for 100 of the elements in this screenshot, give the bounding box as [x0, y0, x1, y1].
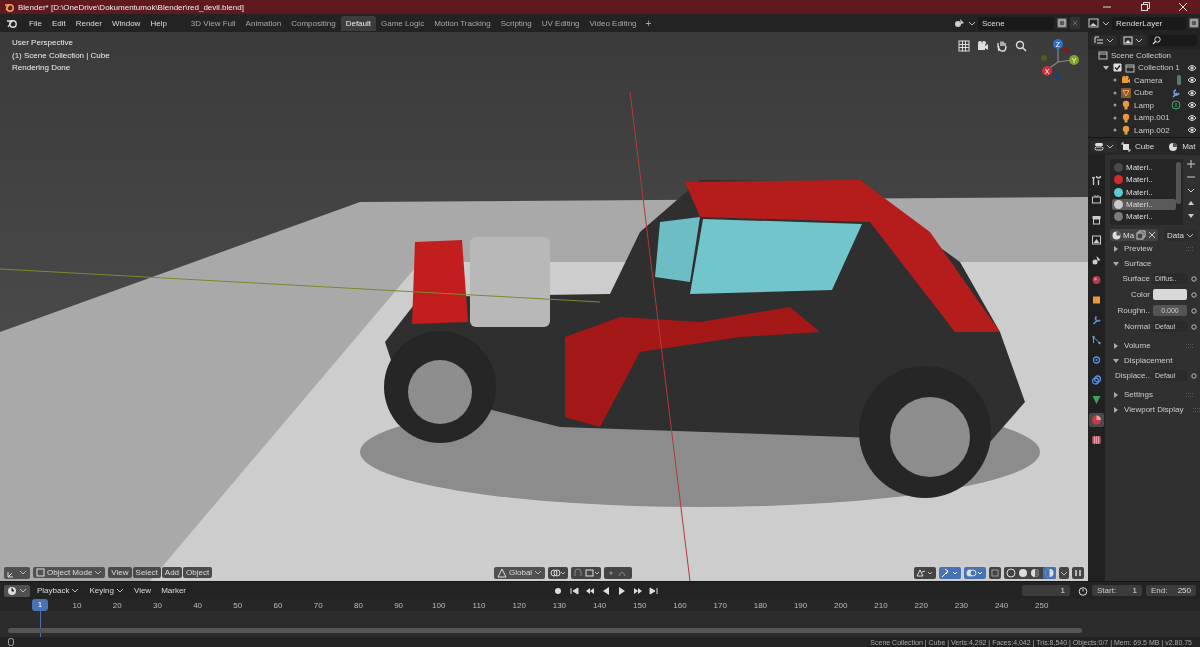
menu-item[interactable]: Render: [70, 18, 107, 28]
material-tab-icon[interactable]: [1089, 413, 1104, 427]
disclosure-triangle-icon[interactable]: [1113, 391, 1119, 398]
timeline-scrollbar[interactable]: [8, 628, 1082, 633]
view-layer-tab-icon[interactable]: [1089, 233, 1104, 247]
zoom-icon[interactable]: [1015, 40, 1027, 52]
eye-icon[interactable]: [1187, 101, 1197, 110]
record-icon[interactable]: [552, 585, 563, 596]
material-slot[interactable]: Materi..: [1112, 162, 1176, 173]
jump-start-icon[interactable]: [568, 585, 579, 596]
header-menu-item[interactable]: Object: [183, 567, 213, 578]
current-frame-marker[interactable]: 1: [32, 599, 48, 611]
panel-header[interactable]: Surface: [1124, 259, 1152, 268]
outliner-item[interactable]: Lamp: [1134, 100, 1154, 110]
add-icon[interactable]: [1186, 159, 1196, 169]
render-layer-field[interactable]: RenderLayer: [1112, 16, 1186, 30]
render-layer-icon[interactable]: [1088, 18, 1100, 28]
eye-icon[interactable]: [1187, 126, 1197, 135]
scene-field[interactable]: Scene: [978, 16, 1054, 30]
disclosure-triangle-icon[interactable]: [1113, 245, 1119, 252]
duplicate-icon[interactable]: [1136, 230, 1147, 240]
scrollbar[interactable]: [1176, 162, 1181, 204]
disclosure-triangle-icon[interactable]: [1113, 357, 1119, 364]
workspace-tab[interactable]: Video Editing: [584, 15, 642, 31]
workspace-tab[interactable]: Animation: [240, 15, 287, 31]
shading-caret-icon[interactable]: [1059, 566, 1069, 579]
header-menu-item[interactable]: Playback: [34, 585, 83, 596]
header-menu-item[interactable]: Add: [161, 567, 183, 578]
end-frame-value[interactable]: 250: [1177, 586, 1191, 595]
disclosure-triangle-icon[interactable]: [1113, 342, 1119, 349]
workspace-tab[interactable]: Compositing: [286, 15, 341, 31]
socket-icon[interactable]: [1191, 372, 1197, 379]
workspace-tab[interactable]: Default: [340, 15, 376, 31]
socket-icon[interactable]: [1191, 307, 1197, 314]
filter-dropdown[interactable]: [1120, 35, 1146, 46]
close-icon[interactable]: [1178, 2, 1188, 12]
add-workspace-button[interactable]: +: [641, 17, 656, 29]
hand-icon[interactable]: [996, 40, 1008, 52]
eye-icon[interactable]: [1187, 113, 1197, 122]
outliner-item[interactable]: Cube: [1134, 88, 1154, 98]
material-slot-list[interactable]: Materi.. Materi.. Materi.. Materi.. Materi..: [1110, 159, 1183, 225]
constraints-tab-icon[interactable]: [1089, 373, 1104, 387]
checkbox[interactable]: [1113, 63, 1122, 73]
material-slot[interactable]: Materi..: [1112, 186, 1176, 198]
display-mode-dropdown[interactable]: [1091, 35, 1117, 46]
grid-icon[interactable]: [958, 40, 970, 52]
eye-icon[interactable]: [1187, 88, 1197, 97]
header-menu-item[interactable]: View: [108, 567, 132, 578]
editor-type-button[interactable]: [1091, 141, 1117, 152]
copy-icon[interactable]: [1188, 17, 1200, 29]
next-keyframe-icon[interactable]: [632, 585, 643, 596]
stopwatch-icon[interactable]: [1078, 585, 1088, 596]
eye-icon[interactable]: [1187, 76, 1197, 85]
outliner-item[interactable]: Lamp.002: [1134, 125, 1170, 135]
maximize-icon[interactable]: [1140, 2, 1150, 12]
workspace-tab[interactable]: Motion Tracking: [429, 15, 496, 31]
current-frame-field[interactable]: 1: [1022, 585, 1070, 596]
header-menu-item[interactable]: View: [130, 585, 155, 596]
workspace-tab[interactable]: UV Editing: [536, 15, 585, 31]
panel-header[interactable]: Volume: [1124, 341, 1151, 350]
disclosure-triangle-icon[interactable]: [1113, 260, 1119, 267]
workspace-tab[interactable]: 3D View Full: [185, 15, 241, 31]
outliner-item[interactable]: Camera: [1134, 75, 1163, 85]
panel-header[interactable]: Preview: [1124, 244, 1153, 253]
menu-item[interactable]: File: [24, 18, 47, 28]
menu-item[interactable]: Window: [106, 18, 146, 28]
material-slot[interactable]: Materi..: [1112, 174, 1176, 185]
workspace-tab[interactable]: Game Logic: [376, 15, 430, 31]
editor-type-button[interactable]: [4, 584, 30, 597]
socket-icon[interactable]: [1191, 323, 1197, 330]
blender-logo-icon[interactable]: [6, 18, 18, 28]
material-field[interactable]: Ma: [1110, 229, 1159, 241]
eye-icon[interactable]: [1187, 63, 1197, 72]
copy-icon[interactable]: [1056, 17, 1068, 29]
color-swatch[interactable]: [1153, 289, 1187, 300]
workspace-tab[interactable]: Scripting: [495, 15, 537, 31]
tool-tab-icon[interactable]: [1089, 173, 1104, 187]
panel-header[interactable]: Displacement: [1124, 356, 1173, 365]
panel-header[interactable]: Settings: [1124, 390, 1153, 399]
drag-handle-icon[interactable]: [1186, 392, 1194, 397]
scene-icon[interactable]: [954, 18, 966, 28]
material-slot[interactable]: Materi..: [1112, 199, 1176, 210]
menu-item[interactable]: Edit: [46, 18, 71, 28]
drag-handle-icon[interactable]: [1193, 407, 1200, 412]
camera-icon[interactable]: [977, 40, 989, 52]
material-slot[interactable]: Materi..: [1112, 211, 1176, 223]
mode-dropdown[interactable]: Object Mode: [33, 567, 106, 578]
panel-header[interactable]: Viewport Display: [1124, 405, 1184, 414]
jump-end-icon[interactable]: [648, 585, 659, 596]
link-dropdown[interactable]: Data: [1164, 229, 1197, 241]
close-icon[interactable]: [1148, 231, 1157, 239]
header-menu-item[interactable]: Keying: [86, 585, 127, 596]
play-icon[interactable]: [616, 585, 627, 596]
header-menu-item[interactable]: Marker: [158, 585, 190, 596]
particles-tab-icon[interactable]: [1089, 333, 1104, 347]
outliner-item[interactable]: Scene Collection: [1111, 50, 1172, 60]
menu-item[interactable]: Help: [145, 18, 172, 28]
outliner-item[interactable]: Lamp.001: [1134, 113, 1170, 123]
previous-keyframe-icon[interactable]: [584, 585, 595, 596]
search-field[interactable]: [1149, 35, 1197, 46]
